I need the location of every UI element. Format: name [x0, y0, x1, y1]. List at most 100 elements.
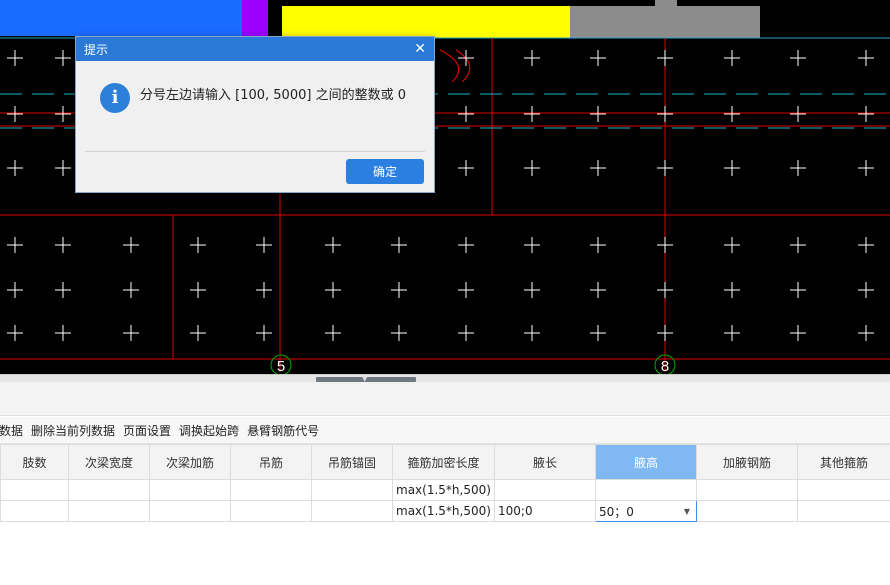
- grid-cross: [657, 325, 673, 341]
- grid-cross: [55, 106, 71, 122]
- panel-header-strip: [0, 382, 890, 416]
- table-row: max(1.5*h,500): [0, 479, 890, 501]
- grid-cross: [190, 282, 206, 298]
- col-header-secondary-beam-rebar[interactable]: 次梁加筋: [149, 444, 231, 480]
- grid-cross: [391, 282, 407, 298]
- col-header-secondary-beam-width[interactable]: 次梁宽度: [68, 444, 150, 480]
- grid-cross: [325, 237, 341, 253]
- col-header-haunch-length[interactable]: 腋长: [494, 444, 596, 480]
- table-cell[interactable]: [696, 479, 798, 501]
- dialog-titlebar[interactable]: 提示 ✕: [76, 37, 434, 61]
- grid-cross: [724, 237, 740, 253]
- table-cell[interactable]: [68, 500, 150, 522]
- dialog-message: 分号左边请输入 [100, 5000] 之间的整数或 0: [140, 88, 406, 103]
- grid-cross: [7, 237, 23, 253]
- grid-cross: [790, 237, 806, 253]
- grid-cross: [123, 282, 139, 298]
- dialog-title: 提示: [84, 42, 109, 57]
- grid-cross: [55, 160, 71, 176]
- grid-cross: [590, 50, 606, 66]
- table-cell[interactable]: max(1.5*h,500): [392, 500, 495, 522]
- grid-cross: [858, 106, 874, 122]
- grid-cross: [724, 50, 740, 66]
- table-cell[interactable]: [230, 479, 312, 501]
- toolbar-item-cantilever-rebar-code[interactable]: 悬臂钢筋代号: [247, 422, 319, 439]
- table-cell[interactable]: [696, 500, 798, 522]
- grid-cross: [657, 160, 673, 176]
- grid-cross: [590, 160, 606, 176]
- toolbar-item-swap-start-span[interactable]: 调换起始跨: [179, 422, 239, 439]
- grid-cross: [458, 106, 474, 122]
- table-cell[interactable]: [149, 479, 231, 501]
- grid-cross: [858, 325, 874, 341]
- col-header-hanger-bar[interactable]: 吊筋: [230, 444, 312, 480]
- grid-cross: [524, 106, 540, 122]
- dialog-body: i 分号左边请输入 [100, 5000] 之间的整数或 0: [76, 61, 434, 151]
- haunch-height-editor[interactable]: 50；0 ▼: [595, 500, 697, 522]
- grid-cross: [590, 282, 606, 298]
- grid-cross: [657, 50, 673, 66]
- close-icon[interactable]: ✕: [414, 42, 426, 56]
- dialog-divider: [85, 151, 425, 152]
- grid-cross: [325, 282, 341, 298]
- dropdown-arrow-icon[interactable]: ▼: [684, 507, 690, 516]
- table-cell[interactable]: [595, 479, 697, 501]
- table-cell[interactable]: max(1.5*h,500): [392, 479, 495, 501]
- toolbar-item-delete-column-data[interactable]: 删除当前列数据: [31, 422, 115, 439]
- col-header-leg-count[interactable]: 肢数: [0, 444, 69, 480]
- table-cell[interactable]: [68, 479, 150, 501]
- panel-splitter[interactable]: ▼: [0, 374, 890, 383]
- grid-cross: [55, 325, 71, 341]
- ok-button[interactable]: 确定: [346, 159, 424, 184]
- grid-cross: [524, 160, 540, 176]
- col-header-haunch-height[interactable]: 腋高: [595, 444, 697, 480]
- table-cell[interactable]: [311, 500, 393, 522]
- toolbar-item-data[interactable]: 数据: [0, 422, 23, 439]
- table-cell[interactable]: [0, 500, 69, 522]
- grid-cross: [724, 160, 740, 176]
- table-cell[interactable]: [797, 479, 890, 501]
- grid-cross: [458, 282, 474, 298]
- grid-cross: [657, 237, 673, 253]
- table-cell[interactable]: [230, 500, 312, 522]
- grid-cross: [724, 106, 740, 122]
- table-cell[interactable]: [494, 479, 596, 501]
- col-header-haunch-rebar[interactable]: 加腋钢筋: [696, 444, 798, 480]
- grid-cross: [790, 282, 806, 298]
- grid-cross: [524, 50, 540, 66]
- col-header-stirrup-dense-length[interactable]: 箍筋加密长度: [392, 444, 495, 480]
- grid-cross: [458, 325, 474, 341]
- table-cell[interactable]: [0, 479, 69, 501]
- grid-cross: [790, 325, 806, 341]
- grid-cross: [55, 237, 71, 253]
- table-cell[interactable]: [797, 500, 890, 522]
- toolbar-item-page-setup[interactable]: 页面设置: [123, 422, 171, 439]
- table-header-row: 肢数 次梁宽度 次梁加筋 吊筋 吊筋锚固 箍筋加密长度 腋长 腋高 加腋钢筋 其…: [0, 444, 890, 480]
- grid-cross: [123, 237, 139, 253]
- col-header-hanger-anchorage[interactable]: 吊筋锚固: [311, 444, 393, 480]
- grid-cross: [790, 106, 806, 122]
- haunch-height-select[interactable]: 50；0 ▼: [597, 502, 696, 521]
- grid-cross: [458, 237, 474, 253]
- grid-cross: [55, 50, 71, 66]
- grid-cross: [55, 282, 71, 298]
- grid-cross: [190, 325, 206, 341]
- grid-cross: [724, 282, 740, 298]
- table-cell[interactable]: 100;0: [494, 500, 596, 522]
- grid-cross: [325, 325, 341, 341]
- blue-block: [0, 0, 242, 36]
- gray-block-top: [655, 0, 677, 8]
- col-header-other-stirrups[interactable]: 其他箍筋: [797, 444, 890, 480]
- purple-block: [242, 0, 268, 36]
- grid-cross: [790, 160, 806, 176]
- grid-cross: [790, 50, 806, 66]
- prompt-dialog: 提示 ✕ i 分号左边请输入 [100, 5000] 之间的整数或 0 确定: [75, 36, 435, 193]
- grid-cross: [458, 160, 474, 176]
- grid-cross: [657, 282, 673, 298]
- table-cell[interactable]: [311, 479, 393, 501]
- table-row: max(1.5*h,500) 100;0 50；0 ▼: [0, 500, 890, 522]
- table-cell[interactable]: [149, 500, 231, 522]
- grid-cross: [524, 325, 540, 341]
- beam-span-table: 肢数 次梁宽度 次梁加筋 吊筋 吊筋锚固 箍筋加密长度 腋长 腋高 加腋钢筋 其…: [0, 444, 890, 522]
- grid-cross: [256, 282, 272, 298]
